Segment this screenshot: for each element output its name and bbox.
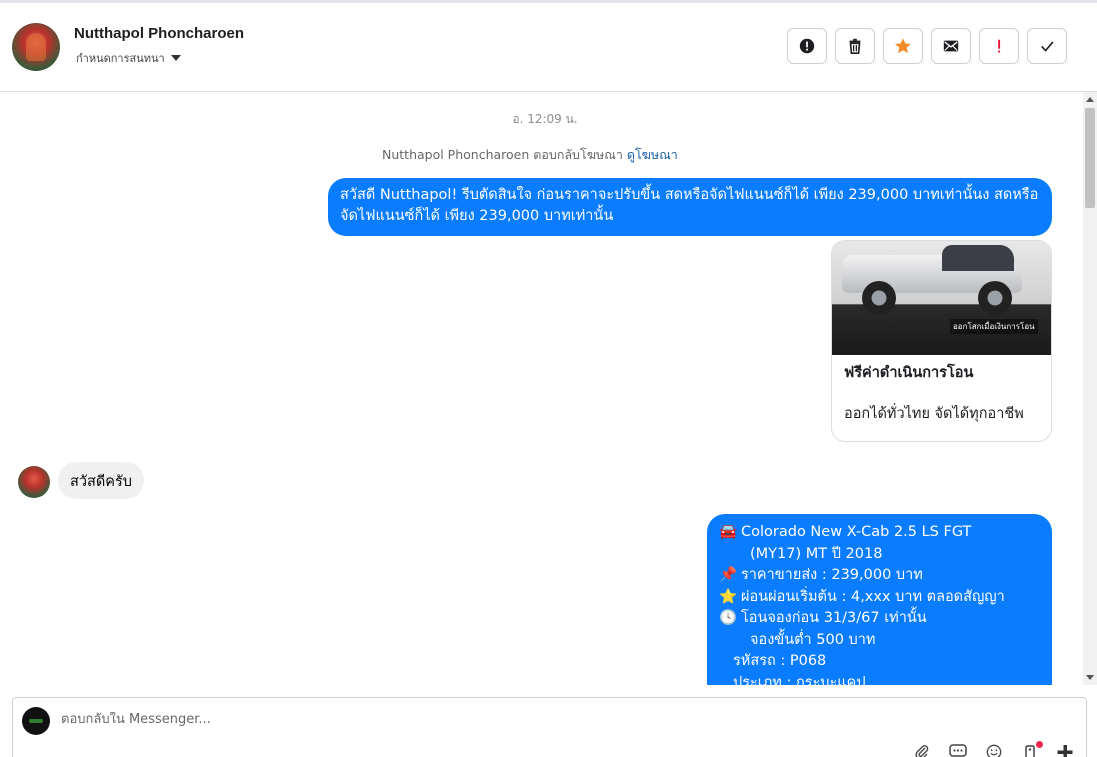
more-actions-button[interactable] [1055, 744, 1077, 757]
sparkle-plus-icon [1057, 745, 1073, 757]
ad-card-subtitle: ออกได้ทั่วไทย จัดได้ทุกอาชีพ [844, 406, 1024, 422]
truck-cab [942, 245, 1014, 271]
message-line: 🚘 Colorado New X-Cab 2.5 LS FGT [719, 522, 1040, 544]
sticker-button[interactable] [1019, 741, 1043, 757]
contact-avatar-small[interactable] [18, 466, 50, 498]
attach-button[interactable] [911, 744, 933, 757]
message-bubble-outgoing-details[interactable]: 🚘 Colorado New X-Cab 2.5 LS FGT (MY17) MT… [707, 514, 1052, 685]
chat-bubble-icon [949, 744, 967, 757]
truck-wheel [862, 281, 896, 315]
ad-card-title: ฟรีค่าดำเนินการโอน [844, 365, 974, 381]
scroll-up-arrow-icon[interactable] [1086, 97, 1094, 102]
message-line-text: โอนจองก่อน 31/3/67 เท่านั้น [741, 610, 927, 626]
composer-tools [911, 741, 1077, 757]
priority-button[interactable] [979, 28, 1019, 64]
message-line: (MY17) MT ปี 2018 [719, 544, 1040, 566]
star-icon [895, 38, 911, 54]
message-bubble-incoming[interactable]: สวัสดีครับ [58, 462, 144, 499]
scroll-down-arrow-icon[interactable] [1086, 675, 1094, 680]
reply-input[interactable] [61, 712, 761, 727]
star-button[interactable] [883, 28, 923, 64]
message-line: จองขั้นต่ำ 500 บาท [719, 630, 1040, 652]
ad-reply-text: Nutthapol Phoncharoen ตอบกลับโฆษณา [382, 147, 623, 162]
star-emoji-icon: ⭐ [719, 588, 738, 605]
pin-icon: 📌 [719, 567, 738, 583]
message-line: ประเภท : กระบะแคป [719, 673, 1040, 686]
emoji-button[interactable] [983, 744, 1005, 757]
tag-icon [1025, 745, 1035, 757]
conversation-settings-dropdown[interactable]: กำหนดการสนทนา [76, 49, 181, 67]
delete-button[interactable] [835, 28, 875, 64]
message-line-text: จองขั้นต่ำ 500 บาท [750, 631, 876, 648]
clock-icon: 🕓 [719, 610, 738, 626]
message-line: 📌 ราคาขายส่ง : 239,000 บาท [719, 565, 1040, 587]
message-composer [12, 697, 1087, 757]
ad-reply-note: Nutthapol Phoncharoen ตอบกลับโฆษณา ดูโฆษ… [382, 145, 678, 165]
scrollbar-thumb[interactable] [1085, 108, 1095, 208]
alert-circle-icon [799, 38, 815, 54]
thread-timestamp: อ. 12:09 น. [512, 112, 578, 126]
saved-replies-button[interactable] [947, 744, 969, 757]
conversation-header: Nutthapol Phoncharoen กำหนดการสนทนา [0, 3, 1097, 92]
message-line: ⭐ ผ่อนผ่อนเริ่มต้น : 4,xxx บาท ตลอดสัญญา [719, 587, 1040, 609]
message-line-text: ประเภท : กระบะแคป [733, 674, 866, 686]
page-avatar [22, 707, 50, 735]
conversation-settings-label: กำหนดการสนทนา [76, 52, 165, 65]
ad-card-image: ออกโสกเมื่อเงินการโอน [832, 241, 1051, 355]
smiley-icon [986, 744, 1002, 757]
contact-name[interactable]: Nutthapol Phoncharoen [74, 25, 244, 42]
message-line-text: ราคาขายส่ง : 239,000 บาท [741, 567, 923, 583]
exclamation-icon [998, 39, 1001, 53]
mark-done-button[interactable] [1027, 28, 1067, 64]
thread-scrollbar[interactable] [1083, 92, 1097, 685]
message-line: 🕓 โอนจองก่อน 31/3/67 เท่านั้น [719, 608, 1040, 630]
message-line-text: Colorado New X-Cab 2.5 LS FGT [741, 524, 972, 540]
message-bubble-outgoing[interactable]: สวัสดี Nutthapol! รีบตัดสินใจ ก่อนราคาจะ… [328, 178, 1052, 236]
paperclip-icon [915, 745, 929, 757]
ad-card[interactable]: ออกโสกเมื่อเงินการโอน ฟรีค่าดำเนินการโอน… [831, 240, 1052, 442]
message-line-text: รหัสรถ : P068 [733, 653, 827, 669]
message-line-text: (MY17) MT ปี 2018 [750, 545, 883, 562]
check-icon [1041, 41, 1054, 52]
report-spam-button[interactable] [787, 28, 827, 64]
view-ad-link[interactable]: ดูโฆษณา [627, 147, 678, 162]
truck-wheel [978, 281, 1012, 315]
header-actions [787, 28, 1067, 64]
trash-icon [849, 38, 861, 55]
contact-avatar[interactable] [12, 23, 60, 71]
car-icon: 🚘 [719, 524, 738, 540]
mark-unread-button[interactable] [931, 28, 971, 64]
message-line-text: ผ่อนผ่อนเริ่มต้น : 4,xxx บาท ตลอดสัญญา [741, 588, 1005, 605]
envelope-icon [943, 40, 959, 52]
notification-dot [1036, 741, 1043, 748]
message-line: รหัสรถ : P068 [719, 651, 1040, 673]
ad-card-image-caption: ออกโสกเมื่อเงินการโอน [950, 319, 1038, 334]
message-thread: อ. 12:09 น. Nutthapol Phoncharoen ตอบกลั… [0, 92, 1083, 685]
caret-down-icon [170, 55, 181, 61]
